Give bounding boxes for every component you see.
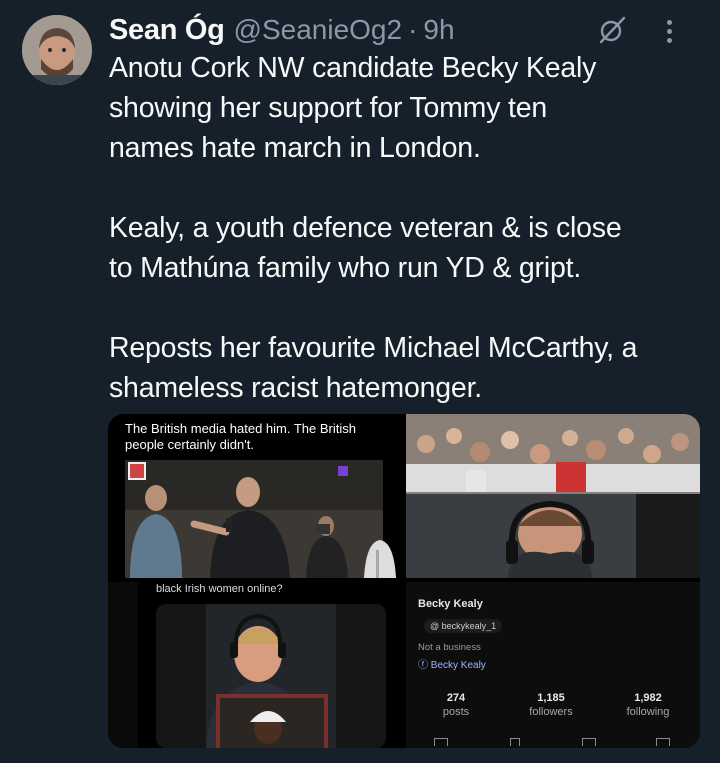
tweet-line: to Mathúna family who run YD & gript. <box>109 252 582 284</box>
profile-stat: 274 posts <box>442 692 470 718</box>
profile-tab-icons <box>406 738 700 748</box>
tweet-text: Anotu Cork NW candidate Becky Kealy show… <box>109 48 709 408</box>
profile-stat: 1,982 following <box>626 692 670 718</box>
timestamp[interactable]: 9h <box>423 14 454 46</box>
profile-handle: @ beckykealy_1 <box>424 619 503 633</box>
more-options-icon[interactable] <box>656 16 682 46</box>
media-image-1[interactable]: The British media hated him. The British… <box>108 414 402 578</box>
tweet-line: Reposts her favourite Michael McCarthy, … <box>109 332 638 364</box>
media-caption: The British media hated him. The British… <box>125 421 356 452</box>
profile-stat: 1,185 followers <box>529 692 573 718</box>
media-caption: black Irish women online? <box>156 583 283 595</box>
facebook-icon: ⓕ <box>418 660 431 671</box>
grok-icon[interactable] <box>597 15 627 45</box>
media-image-3[interactable]: black Irish women online? <box>108 582 402 748</box>
author-handle[interactable]: @SeanieOg2 <box>234 14 403 46</box>
threads-icon: @ <box>430 621 442 631</box>
camera-icon <box>656 738 670 746</box>
profile-screenshot: Becky Kealy @ beckykealy_1 Not a busines… <box>406 582 700 748</box>
tag-icon <box>582 738 596 746</box>
tweet-header: Sean Óg @SeanieOg2 · 9h <box>109 12 700 48</box>
separator-dot: · <box>408 14 418 45</box>
tweet-line: shameless racist hatemonger. <box>109 372 482 404</box>
reels-icon <box>510 738 520 746</box>
tweet-line: names hate march in London. <box>109 132 481 164</box>
author-name[interactable]: Sean Óg <box>109 14 225 47</box>
tweet-line: Kealy, a youth defence veteran & is clos… <box>109 212 622 244</box>
profile-bio: Not a business <box>418 642 481 653</box>
media-image-2[interactable] <box>406 414 700 578</box>
profile-name: Becky Kealy <box>418 598 483 610</box>
tweet-line: showing her support for Tommy ten <box>109 92 548 124</box>
grid-icon <box>434 738 448 746</box>
author-avatar[interactable] <box>22 15 92 85</box>
media-image-4[interactable]: Becky Kealy @ beckykealy_1 Not a busines… <box>406 582 700 748</box>
media-grid: The British media hated him. The British… <box>108 414 700 748</box>
profile-link: ⓕ Becky Kealy <box>418 660 486 671</box>
tweet-line: Anotu Cork NW candidate Becky Kealy <box>109 52 597 84</box>
